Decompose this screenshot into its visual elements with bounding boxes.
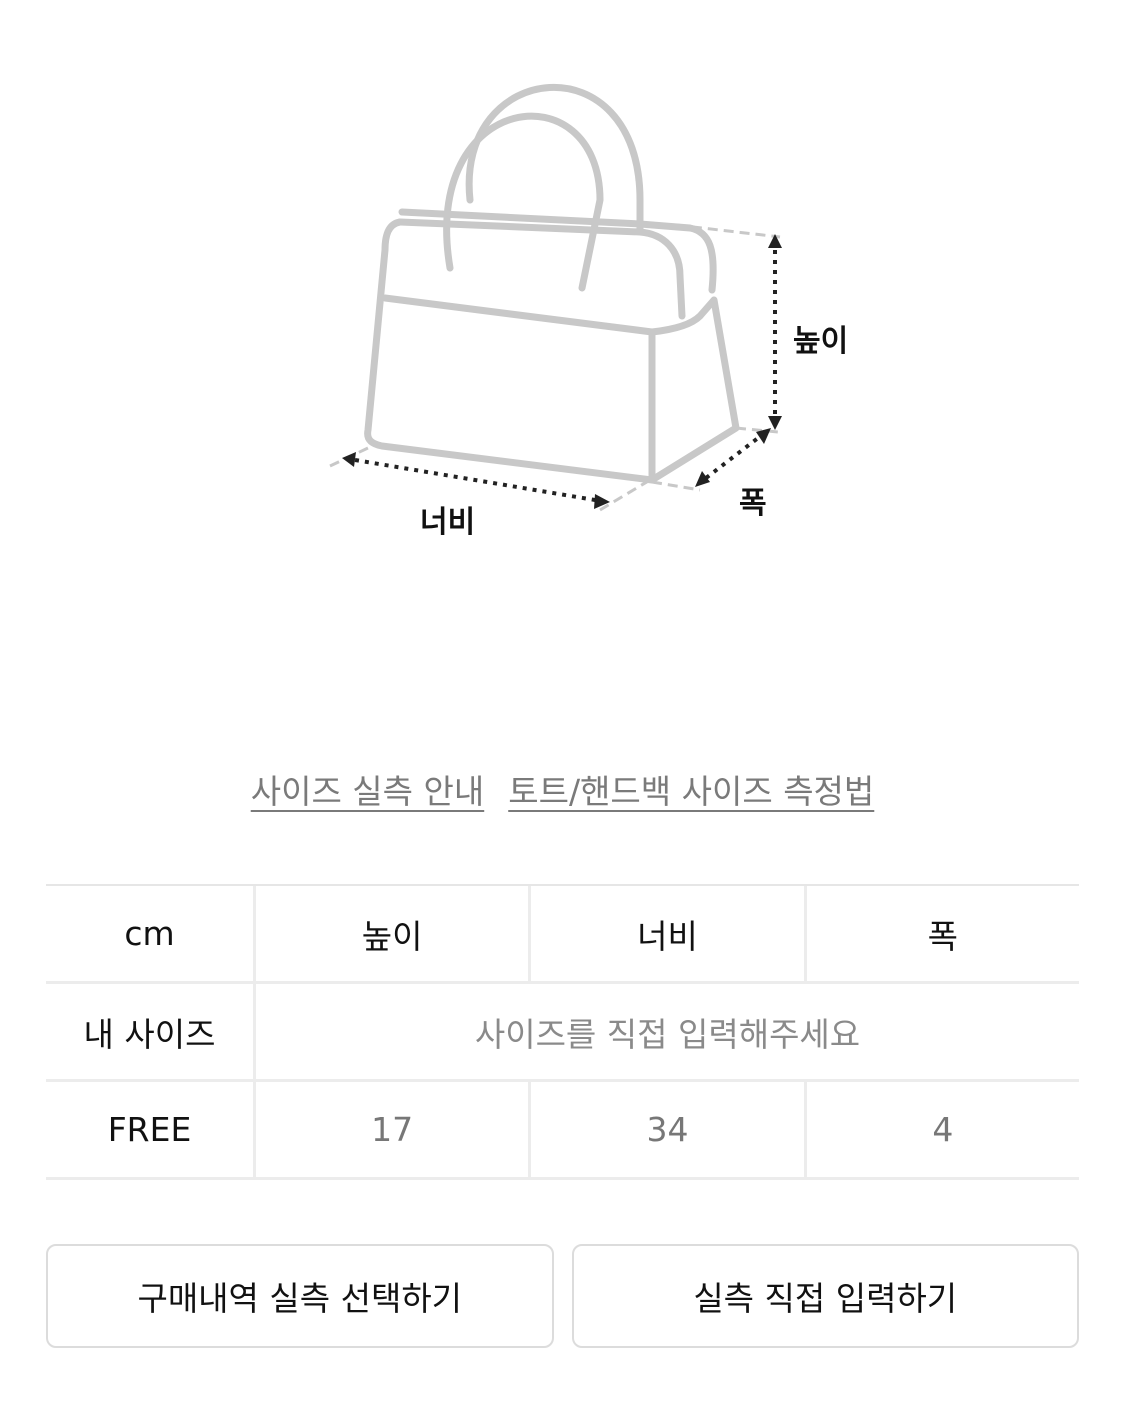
table-row: FREE 17 34 4: [46, 1082, 1079, 1180]
depth-label: 폭: [739, 486, 767, 521]
width-label: 너비: [420, 505, 476, 540]
unit-header: cm: [46, 886, 256, 981]
action-buttons: 구매내역 실측 선택하기 실측 직접 입력하기: [46, 1244, 1079, 1348]
width-header: 너비: [531, 886, 807, 981]
height-label: 높이: [793, 324, 849, 359]
measure-method-link[interactable]: 토트/핸드백 사이즈 측정법: [508, 765, 874, 813]
manual-size-input-button[interactable]: 실측 직접 입력하기: [571, 1244, 1079, 1348]
tote-bag-illustration: [329, 83, 782, 512]
height-value: 17: [256, 1082, 532, 1177]
depth-header: 폭: [927, 916, 958, 956]
my-size-input[interactable]: 사이즈를 직접 입력해주세요: [256, 984, 1079, 1079]
depth-value: 4: [932, 1110, 954, 1149]
size-label: FREE: [46, 1082, 256, 1177]
size-guide-link[interactable]: 사이즈 실측 안내: [251, 765, 485, 813]
size-table: cm 높이 너비 폭 내 사이즈 사이즈를 직접 입력해주세요 FREE 17 …: [46, 884, 1079, 1180]
my-size-label: 내 사이즈: [46, 984, 256, 1079]
select-purchase-size-button[interactable]: 구매내역 실측 선택하기: [46, 1244, 554, 1348]
table-header-row: cm 높이 너비 폭: [46, 886, 1079, 984]
my-size-row: 내 사이즈 사이즈를 직접 입력해주세요: [46, 984, 1079, 1082]
guide-links: 사이즈 실측 안내 토트/핸드백 사이즈 측정법: [0, 765, 1125, 813]
height-header: 높이: [256, 886, 532, 981]
bag-size-diagram: 높이 너비 폭: [0, 0, 1125, 620]
width-value: 34: [531, 1082, 807, 1177]
